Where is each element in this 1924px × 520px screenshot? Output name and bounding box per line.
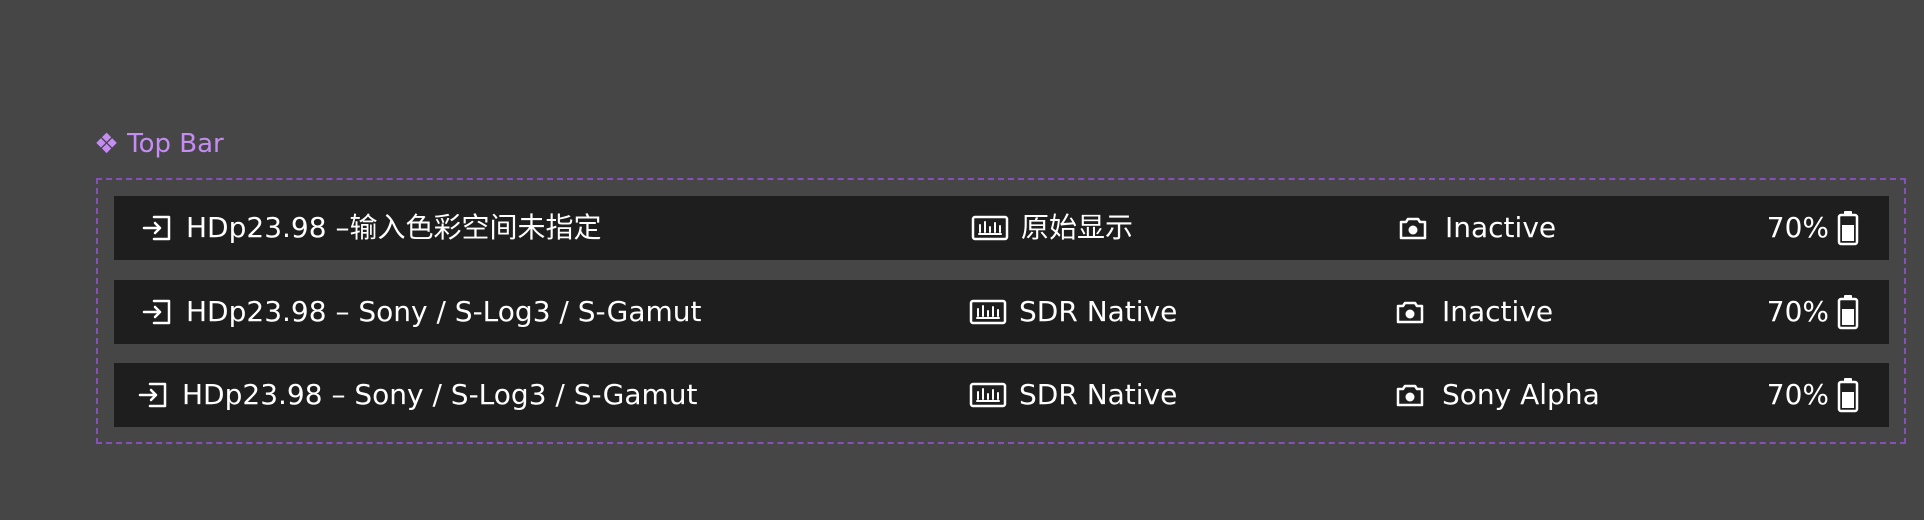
- input-label: HDp23.98 – Sony / S-Log3 / S-Gamut: [186, 295, 702, 328]
- camera-label: Inactive: [1445, 211, 1557, 244]
- battery-status: 70%: [1767, 363, 1859, 427]
- display-label: SDR Native: [1019, 295, 1178, 328]
- display-meter-icon: [971, 215, 1009, 241]
- display-status[interactable]: SDR Native: [969, 280, 1177, 344]
- input-status[interactable]: HDp23.98 – Sony / S-Log3 / S-Gamut: [138, 363, 698, 427]
- component-title: Top Bar: [127, 129, 224, 159]
- battery-status: 70%: [1767, 196, 1859, 260]
- input-arrow-icon: [138, 382, 168, 408]
- camera-icon: [1394, 299, 1426, 325]
- top-bar-row-2: HDp23.98 – Sony / S-Log3 / S-Gamut SDR N…: [114, 280, 1889, 344]
- component-symbol: ❖: [94, 127, 120, 160]
- display-status[interactable]: SDR Native: [969, 363, 1177, 427]
- input-arrow-icon: [142, 299, 172, 325]
- input-label: HDp23.98 –输入色彩空间未指定: [186, 211, 602, 244]
- input-status[interactable]: HDp23.98 –输入色彩空间未指定: [142, 196, 601, 260]
- camera-label: Sony Alpha: [1442, 378, 1600, 411]
- camera-icon: [1397, 215, 1429, 241]
- camera-label: Inactive: [1442, 295, 1554, 328]
- battery-percentage: 70%: [1766, 211, 1829, 244]
- battery-icon: [1837, 377, 1859, 413]
- battery-icon: [1837, 294, 1859, 330]
- camera-status[interactable]: Sony Alpha: [1394, 363, 1600, 427]
- display-meter-icon: [969, 382, 1007, 408]
- input-status[interactable]: HDp23.98 – Sony / S-Log3 / S-Gamut: [142, 280, 702, 344]
- camera-status[interactable]: Inactive: [1397, 196, 1556, 260]
- input-arrow-icon: [142, 215, 172, 241]
- battery-percentage: 70%: [1766, 295, 1829, 328]
- display-label: SDR Native: [1019, 378, 1178, 411]
- camera-status[interactable]: Inactive: [1394, 280, 1553, 344]
- display-status[interactable]: 原始显示: [971, 196, 1133, 260]
- display-meter-icon: [969, 299, 1007, 325]
- top-bar-row-1: HDp23.98 –输入色彩空间未指定 原始显示 Inactive 70%: [114, 196, 1889, 260]
- display-label: 原始显示: [1021, 211, 1134, 244]
- battery-status: 70%: [1767, 280, 1859, 344]
- input-label: HDp23.98 – Sony / S-Log3 / S-Gamut: [182, 378, 698, 411]
- top-bar-row-3: HDp23.98 – Sony / S-Log3 / S-Gamut SDR N…: [114, 363, 1889, 427]
- camera-icon: [1394, 382, 1426, 408]
- battery-percentage: 70%: [1766, 378, 1829, 411]
- battery-icon: [1837, 210, 1859, 246]
- component-label: ❖ Top Bar: [94, 126, 224, 162]
